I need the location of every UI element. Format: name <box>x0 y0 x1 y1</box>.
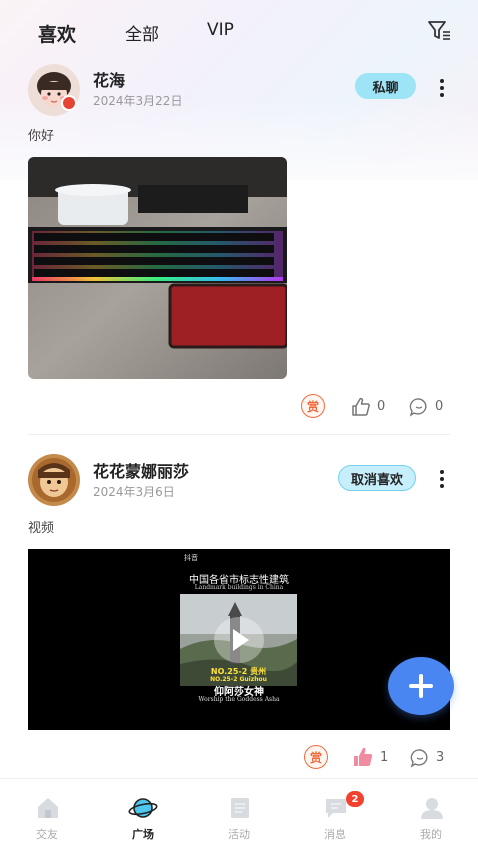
nav-item-messages[interactable]: 2 消息 <box>300 779 370 850</box>
like-count: 1 <box>380 750 389 765</box>
private-chat-button[interactable]: 私聊 <box>355 73 416 99</box>
tab-vip[interactable]: VIP <box>207 20 234 40</box>
like-icon[interactable] <box>350 396 372 418</box>
top-tab-bar: 喜欢 全部 VIP <box>0 0 478 62</box>
create-post-button[interactable] <box>388 657 454 715</box>
nav-label: 广场 <box>132 828 154 841</box>
tab-all[interactable]: 全部 <box>125 20 159 45</box>
avatar[interactable] <box>28 454 80 506</box>
filter-icon[interactable] <box>426 17 452 43</box>
unread-badge: 2 <box>346 791 364 807</box>
nav-label: 交友 <box>36 828 58 841</box>
post-image[interactable] <box>28 157 287 379</box>
nav-label: 活动 <box>228 828 250 841</box>
comment-icon[interactable] <box>409 397 429 417</box>
like-count: 0 <box>377 399 386 414</box>
unlike-button[interactable]: 取消喜欢 <box>338 465 416 491</box>
home-icon <box>35 795 61 821</box>
post-text: 你好 <box>28 129 55 144</box>
plus-icon <box>409 674 433 698</box>
nav-item-plaza[interactable]: 广场 <box>108 779 178 850</box>
planet-icon <box>128 793 158 823</box>
bottom-navigation: 交友 广场 活动 2 消息 我的 <box>0 778 478 850</box>
nav-label: 消息 <box>324 828 346 841</box>
nav-label: 我的 <box>420 828 442 841</box>
username[interactable]: 花海 <box>93 67 125 91</box>
divider <box>28 434 450 435</box>
post-date: 2024年3月6日 <box>93 485 175 499</box>
tab-vip-label: VIP <box>207 20 234 40</box>
video-title-en: Landmark buildings in China <box>194 584 284 591</box>
nav-item-friends[interactable]: 交友 <box>12 779 82 850</box>
video-caption-2: NO.25-2 Guizhou <box>210 676 267 683</box>
post-actions: 赏 1 3 <box>0 745 478 771</box>
video-caption-4: Worship the Goddess Asha <box>198 696 280 703</box>
reward-button[interactable]: 赏 <box>301 394 325 418</box>
comment-count: 0 <box>435 399 444 414</box>
verified-badge-icon <box>61 95 77 111</box>
username[interactable]: 花花蒙娜丽莎 <box>93 458 189 482</box>
comment-count: 3 <box>436 750 445 765</box>
post-text: 视频 <box>28 521 55 536</box>
nav-item-activity[interactable]: 活动 <box>204 779 274 850</box>
post-actions: 赏 0 0 <box>0 394 478 420</box>
play-icon[interactable] <box>214 617 264 663</box>
nav-item-profile[interactable]: 我的 <box>396 779 466 850</box>
tab-all-label: 全部 <box>125 25 159 45</box>
post-date: 2024年3月22日 <box>93 94 183 108</box>
tab-likes[interactable]: 喜欢 <box>38 20 77 49</box>
video-brand: 抖音 <box>184 554 198 562</box>
comment-icon[interactable] <box>410 748 430 768</box>
liked-icon[interactable] <box>352 746 374 768</box>
tab-likes-label: 喜欢 <box>38 24 77 46</box>
video-player[interactable]: 抖音 中国各省市标志性建筑 Landmark buildings in Chin… <box>28 549 450 730</box>
profile-icon <box>419 795 445 821</box>
more-options-icon[interactable] <box>437 469 447 488</box>
reward-button[interactable]: 赏 <box>304 745 328 769</box>
more-options-icon[interactable] <box>437 78 447 97</box>
activity-icon <box>227 795 253 821</box>
